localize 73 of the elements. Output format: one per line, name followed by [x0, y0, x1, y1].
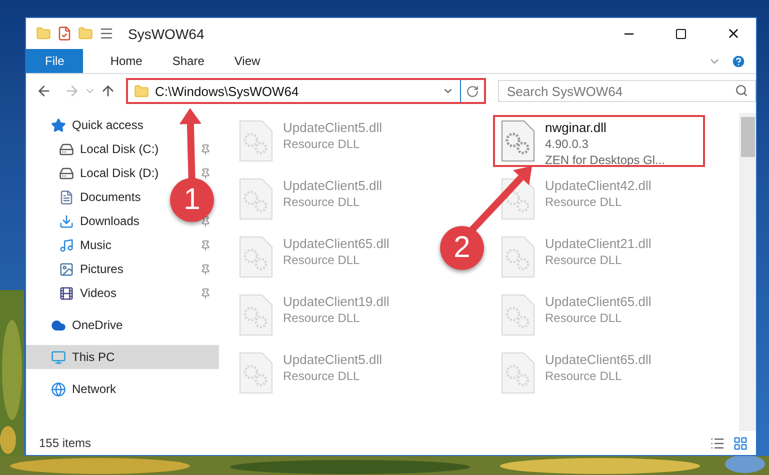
film-icon	[59, 286, 74, 300]
item-count: 155 items	[39, 436, 92, 450]
file-detail: Resource DLL	[283, 369, 361, 383]
file-gear-icon	[501, 120, 535, 162]
sidebar-item[interactable]: Local Disk (C:)	[59, 137, 159, 161]
menu-icon[interactable]	[99, 26, 114, 41]
large-icons-view-icon[interactable]	[733, 436, 748, 450]
file-detail: Resource DLL	[545, 311, 623, 325]
back-button[interactable]	[36, 83, 52, 99]
properties-icon[interactable]	[57, 26, 72, 41]
sidebar-item[interactable]: Music	[59, 233, 112, 257]
maximize-button[interactable]	[675, 28, 687, 40]
file-name: UpdateClient21.dll	[545, 236, 652, 251]
sidebar-item[interactable]: Documents	[59, 185, 141, 209]
file-detail: Resource DLL	[545, 195, 623, 209]
ribbon-tab[interactable]: Share	[157, 49, 220, 73]
file-name: UpdateClient19.dll	[283, 294, 390, 309]
file-name: UpdateClient65.dll	[283, 236, 390, 251]
file-name: UpdateClient5.dll	[283, 178, 382, 193]
ribbon-tab[interactable]: View	[219, 49, 276, 73]
file-detail: ZEN for Desktops Gl...	[545, 153, 666, 167]
window-title: SysWOW64	[128, 26, 206, 42]
globe-icon	[51, 382, 66, 396]
drive-icon	[59, 166, 74, 180]
file-detail: Resource DLL	[283, 253, 361, 267]
ribbon-tab[interactable]: Home	[95, 49, 158, 73]
file-detail: Resource DLL	[283, 311, 361, 325]
file-detail: Resource DLL	[283, 137, 361, 151]
file-name: UpdateClient65.dll	[545, 352, 652, 367]
drive-icon	[59, 142, 74, 156]
sidebar-item[interactable]: Videos	[59, 281, 116, 305]
folder-icon	[134, 84, 149, 98]
music-icon	[59, 238, 74, 252]
star-icon	[51, 118, 66, 132]
scrollbar[interactable]	[739, 113, 756, 431]
file-menu-tab[interactable]: File	[26, 49, 84, 73]
details-view-icon[interactable]	[710, 436, 725, 450]
refresh-button[interactable]	[466, 84, 479, 98]
sidebar-item[interactable]: OneDrive	[51, 313, 123, 337]
search-field[interactable]: Search SysWOW64	[498, 80, 756, 102]
sidebar-item[interactable]: Pictures	[59, 257, 124, 281]
file-gear-icon	[239, 120, 273, 162]
file-gear-icon	[239, 236, 273, 278]
file-name: UpdateClient65.dll	[545, 294, 652, 309]
file-detail: Resource DLL	[545, 369, 623, 383]
file-detail: 4.90.0.3	[545, 137, 590, 151]
sidebar-item[interactable]: Local Disk (D:)	[59, 161, 159, 185]
sidebar-item[interactable]: This PC	[26, 345, 219, 369]
file-gear-icon	[239, 178, 273, 220]
sidebar-item[interactable]: Network	[51, 377, 116, 401]
file-name: UpdateClient42.dll	[545, 178, 652, 193]
file-gear-icon	[501, 236, 535, 278]
download-icon	[59, 214, 74, 228]
file-name: UpdateClient5.dll	[283, 352, 382, 367]
help-icon[interactable]	[731, 54, 746, 68]
file-detail: Resource DLL	[283, 195, 361, 209]
picture-icon	[59, 262, 74, 276]
up-button[interactable]	[100, 83, 116, 99]
file-gear-icon	[239, 352, 273, 394]
file-name: UpdateClient5.dll	[283, 120, 382, 135]
document-icon	[59, 190, 74, 204]
file-detail: Resource DLL	[545, 253, 623, 267]
cloud-icon	[51, 318, 66, 332]
address-bar[interactable]: C:\Windows\SysWOW64	[126, 78, 486, 104]
sidebar-item[interactable]: Quick access	[51, 113, 144, 137]
sidebar-item[interactable]: Downloads	[59, 209, 140, 233]
file-name: nwginar.dll	[545, 120, 608, 135]
file-gear-icon	[239, 294, 273, 336]
search-icon	[735, 84, 748, 97]
file-item[interactable]: nwginar.dll 4.90.0.3 ZEN for Desktops Gl...	[493, 115, 705, 167]
monitor-icon	[51, 350, 66, 364]
file-gear-icon	[501, 294, 535, 336]
file-gear-icon	[501, 352, 535, 394]
